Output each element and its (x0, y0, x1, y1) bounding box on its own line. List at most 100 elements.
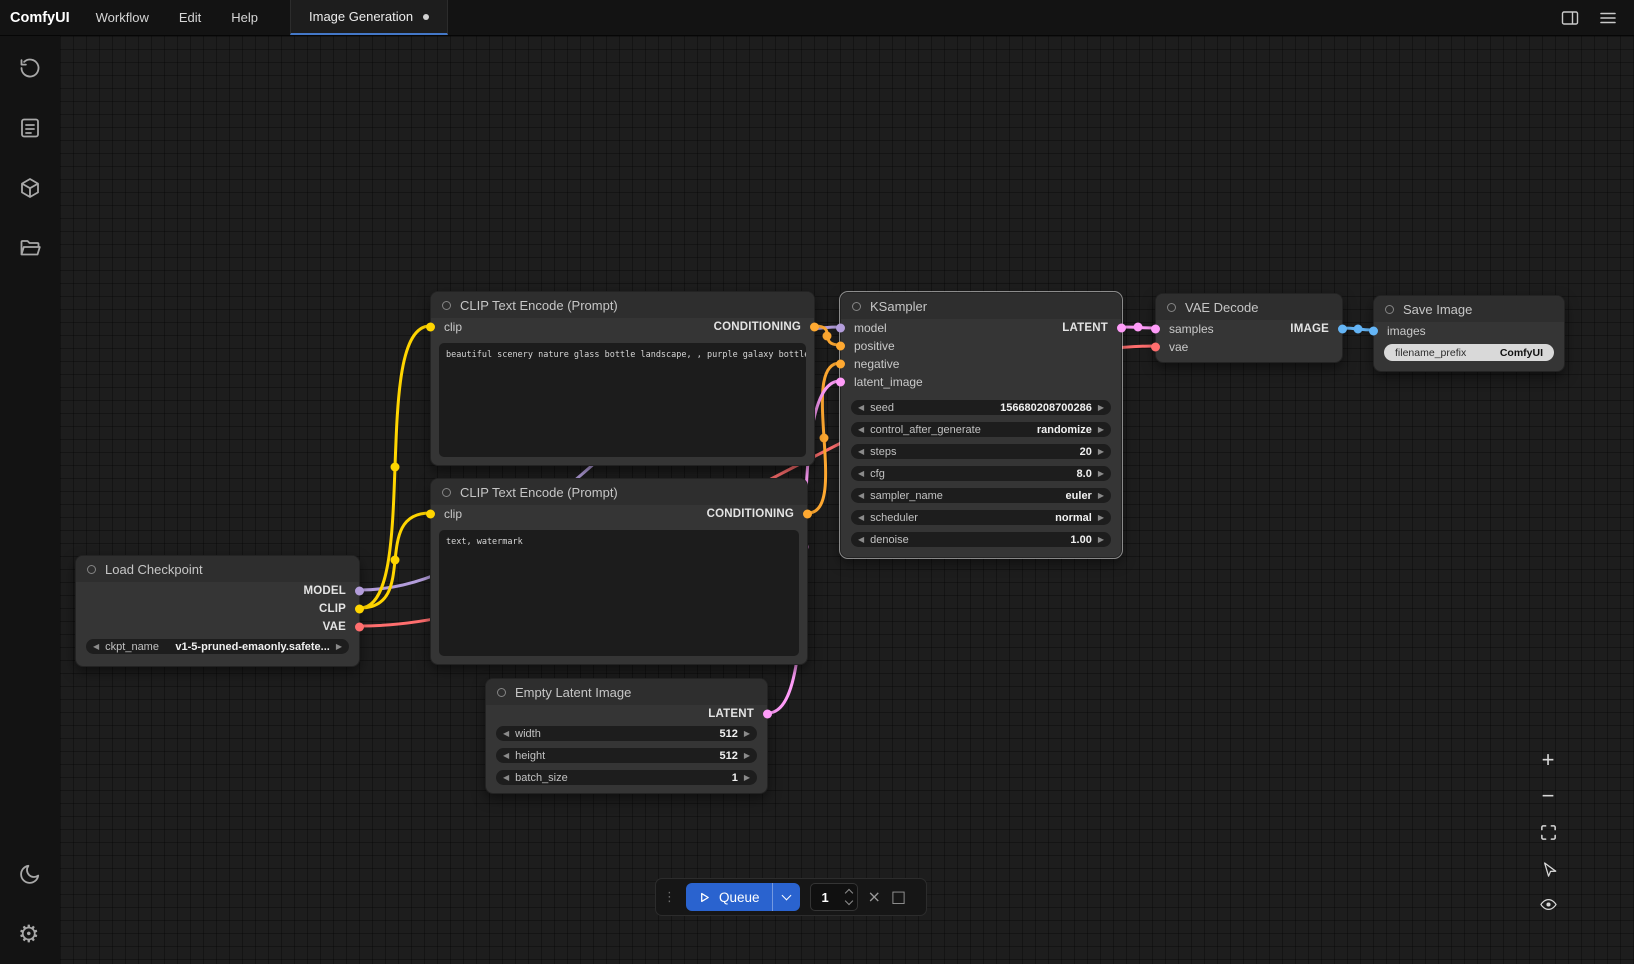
queue-options-dropdown[interactable] (773, 883, 800, 911)
node-clip-text-encode-negative[interactable]: CLIP Text Encode (Prompt) clip CONDITION… (430, 478, 808, 665)
workflows-folder-icon[interactable] (18, 236, 42, 260)
collapse-toggle-icon[interactable] (442, 301, 451, 310)
node-clip-text-encode-positive[interactable]: CLIP Text Encode (Prompt) clip CONDITION… (430, 291, 815, 466)
batch-count-input[interactable]: 1 (810, 883, 858, 911)
node-empty-latent-image[interactable]: Empty Latent Image LATENT ◀ width 512 ▶ … (485, 678, 768, 794)
widget-control-after-generate[interactable]: ◀ control_after_generate randomize ▶ (851, 422, 1111, 437)
node-vae-decode[interactable]: VAE Decode samples IMAGE vae (1155, 293, 1343, 363)
output-slot-vae[interactable] (355, 623, 364, 632)
increment-icon[interactable]: ▶ (1098, 536, 1104, 544)
queue-button[interactable]: Queue (686, 883, 800, 911)
drag-handle-icon[interactable]: ⋮ (663, 891, 676, 904)
prompt-textarea[interactable]: beautiful scenery nature glass bottle la… (439, 343, 806, 457)
toggle-link-visibility-eye-icon[interactable] (1534, 890, 1562, 918)
stop-icon[interactable]: □ (891, 889, 906, 905)
decrement-icon[interactable] (844, 897, 852, 905)
widget-batch-size[interactable]: ◀ batch_size 1 ▶ (496, 770, 757, 785)
tab-image-generation[interactable]: Image Generation (290, 0, 448, 35)
zoom-out-icon[interactable]: − (1534, 782, 1562, 810)
input-slot-images[interactable] (1369, 327, 1378, 336)
decrement-icon[interactable]: ◀ (503, 774, 509, 782)
node-header[interactable]: Save Image (1374, 296, 1564, 322)
increment-icon[interactable]: ▶ (1098, 492, 1104, 500)
widget-width[interactable]: ◀ width 512 ▶ (496, 726, 757, 741)
decrement-icon[interactable]: ◀ (858, 470, 864, 478)
node-save-image[interactable]: Save Image images filename_prefix ComfyU… (1373, 295, 1565, 372)
node-header[interactable]: Empty Latent Image (486, 679, 767, 705)
output-slot-conditioning[interactable] (803, 510, 812, 519)
input-slot-negative[interactable] (836, 360, 845, 369)
widget-sampler-name[interactable]: ◀ sampler_name euler ▶ (851, 488, 1111, 503)
node-header[interactable]: Load Checkpoint (76, 556, 359, 582)
widget-cfg[interactable]: ◀ cfg 8.0 ▶ (851, 466, 1111, 481)
decrement-icon[interactable]: ◀ (503, 730, 509, 738)
node-header[interactable]: CLIP Text Encode (Prompt) (431, 479, 807, 505)
settings-gear-icon[interactable]: ⚙ (18, 922, 42, 946)
increment-icon[interactable]: ▶ (744, 774, 750, 782)
increment-icon[interactable]: ▶ (336, 643, 342, 651)
decrement-icon[interactable]: ◀ (858, 492, 864, 500)
node-load-checkpoint[interactable]: Load Checkpoint MODEL CLIP VAE ◀ ckpt_na… (75, 555, 360, 667)
node-header[interactable]: KSampler (841, 293, 1121, 319)
node-ksampler[interactable]: KSampler model LATENT positive negative … (840, 292, 1122, 558)
decrement-icon[interactable]: ◀ (858, 448, 864, 456)
fit-view-icon[interactable] (1534, 818, 1562, 846)
widget-scheduler[interactable]: ◀ scheduler normal ▶ (851, 510, 1111, 525)
decrement-icon[interactable]: ◀ (858, 514, 864, 522)
input-slot-samples[interactable] (1151, 325, 1160, 334)
input-slot-vae[interactable] (1151, 343, 1160, 352)
output-slot-model[interactable] (355, 587, 364, 596)
node-graph-canvas[interactable]: Load Checkpoint MODEL CLIP VAE ◀ ckpt_na… (60, 36, 1634, 964)
widget-filename-prefix[interactable]: filename_prefix ComfyUI (1384, 344, 1554, 361)
history-icon[interactable] (18, 56, 42, 80)
node-header[interactable]: VAE Decode (1156, 294, 1342, 320)
collapse-toggle-icon[interactable] (852, 302, 861, 311)
widget-denoise[interactable]: ◀ denoise 1.00 ▶ (851, 532, 1111, 547)
panel-toggle-icon[interactable] (1560, 8, 1580, 28)
decrement-icon[interactable]: ◀ (858, 426, 864, 434)
widget-seed[interactable]: ◀ seed 156680208700286 ▶ (851, 400, 1111, 415)
model-library-icon[interactable] (18, 176, 42, 200)
menu-help[interactable]: Help (231, 10, 258, 25)
increment-icon[interactable]: ▶ (1098, 404, 1104, 412)
collapse-toggle-icon[interactable] (1385, 305, 1394, 314)
app-logo[interactable]: ComfyUI (0, 0, 86, 35)
increment-icon[interactable]: ▶ (744, 752, 750, 760)
output-slot-conditioning[interactable] (810, 323, 819, 332)
decrement-icon[interactable]: ◀ (93, 643, 99, 651)
collapse-toggle-icon[interactable] (87, 565, 96, 574)
widget-ckpt-name[interactable]: ◀ ckpt_name v1-5-pruned-emaonly.safete..… (86, 639, 349, 654)
menu-workflow[interactable]: Workflow (96, 10, 149, 25)
collapse-toggle-icon[interactable] (497, 688, 506, 697)
collapse-toggle-icon[interactable] (1167, 303, 1176, 312)
decrement-icon[interactable]: ◀ (858, 536, 864, 544)
node-library-icon[interactable] (18, 116, 42, 140)
output-slot-latent[interactable] (1117, 324, 1126, 333)
hamburger-menu-icon[interactable] (1598, 8, 1618, 28)
output-slot-latent[interactable] (763, 710, 772, 719)
output-slot-image[interactable] (1338, 325, 1347, 334)
widget-steps[interactable]: ◀ steps 20 ▶ (851, 444, 1111, 459)
prompt-textarea[interactable]: text, watermark (439, 530, 799, 656)
increment-icon[interactable]: ▶ (1098, 426, 1104, 434)
increment-icon[interactable]: ▶ (1098, 448, 1104, 456)
node-header[interactable]: CLIP Text Encode (Prompt) (431, 292, 814, 318)
increment-icon[interactable]: ▶ (1098, 514, 1104, 522)
input-slot-clip[interactable] (426, 510, 435, 519)
decrement-icon[interactable]: ◀ (858, 404, 864, 412)
increment-icon[interactable]: ▶ (1098, 470, 1104, 478)
input-slot-clip[interactable] (426, 323, 435, 332)
input-slot-model[interactable] (836, 324, 845, 333)
output-slot-clip[interactable] (355, 605, 364, 614)
decrement-icon[interactable]: ◀ (503, 752, 509, 760)
select-mode-icon[interactable] (1534, 854, 1562, 882)
theme-toggle-moon-icon[interactable] (18, 862, 42, 886)
widget-height[interactable]: ◀ height 512 ▶ (496, 748, 757, 763)
input-slot-latent-image[interactable] (836, 378, 845, 387)
collapse-toggle-icon[interactable] (442, 488, 451, 497)
input-slot-positive[interactable] (836, 342, 845, 351)
menu-edit[interactable]: Edit (179, 10, 201, 25)
increment-icon[interactable]: ▶ (744, 730, 750, 738)
zoom-in-icon[interactable]: + (1534, 746, 1562, 774)
clear-queue-icon[interactable]: × (868, 889, 881, 905)
